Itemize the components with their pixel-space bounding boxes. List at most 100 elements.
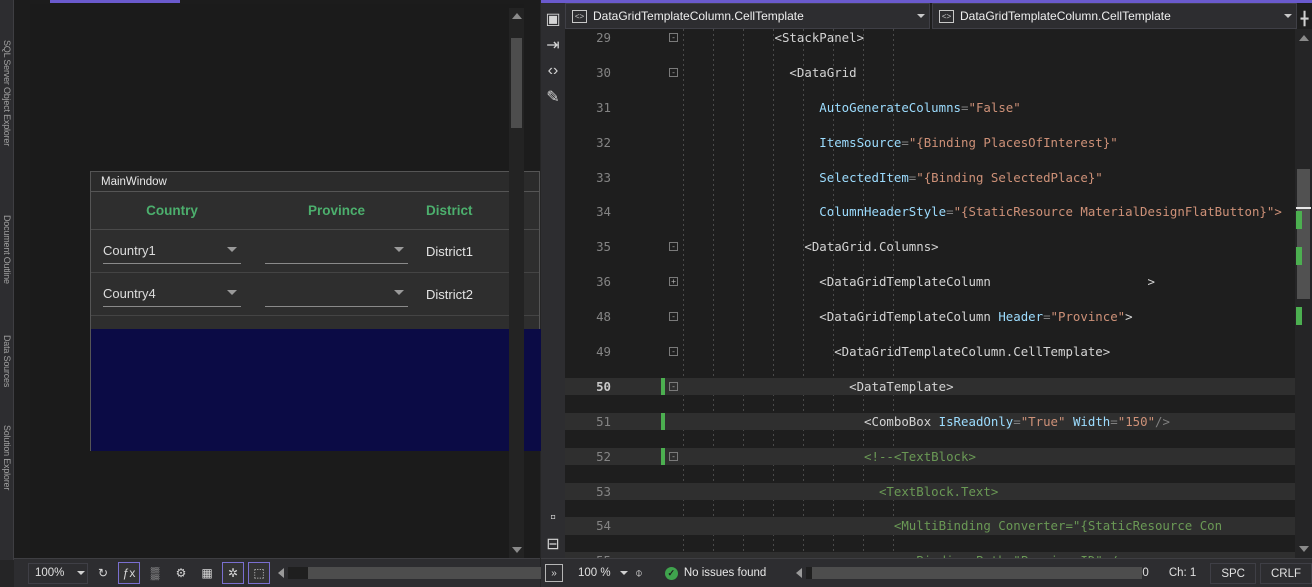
code-line[interactable]: 34 ColumnHeaderStyle="{StaticResource Ma… bbox=[565, 203, 1312, 220]
datagrid-row[interactable]: Country4 District2 bbox=[91, 273, 539, 316]
column-indicator[interactable]: Ch: 1 bbox=[1159, 563, 1207, 584]
chevron-down-icon[interactable] bbox=[917, 14, 925, 18]
scrollbar-thumb[interactable] bbox=[1297, 169, 1310, 299]
scroll-up-icon[interactable] bbox=[1299, 35, 1309, 41]
code-line[interactable]: 49 - <DataGridTemplateColumn.CellTemplate… bbox=[565, 343, 1312, 360]
code-line-text: <DataGrid.Columns> bbox=[685, 239, 939, 255]
column-header-country[interactable]: Country bbox=[91, 203, 253, 218]
line-number: 33 bbox=[596, 169, 611, 185]
collapse-region-icon[interactable]: - bbox=[669, 381, 678, 391]
code-line[interactable]: 48 - <DataGridTemplateColumn Header="Prov… bbox=[565, 308, 1312, 325]
column-header-province[interactable]: Province bbox=[253, 203, 420, 218]
code-line[interactable]: 52 - <!--<TextBlock> bbox=[565, 447, 1312, 466]
collapse-region-icon[interactable]: - bbox=[669, 346, 678, 356]
code-line-text: <DataGridTemplateColumn.CellTemplate> bbox=[685, 343, 1111, 359]
line-number: 48 bbox=[596, 309, 611, 325]
datagrid-row[interactable]: Country1 District1 bbox=[91, 230, 539, 273]
artboard-icon[interactable]: ✲ bbox=[222, 562, 244, 584]
scroll-down-icon[interactable] bbox=[1299, 546, 1309, 552]
country-combobox[interactable]: Country1 bbox=[103, 238, 241, 264]
scrollbar-thumb[interactable] bbox=[511, 38, 522, 128]
chevron-down-icon[interactable] bbox=[620, 571, 628, 575]
scroll-up-icon[interactable] bbox=[512, 13, 522, 19]
visual-studio-window: SQL Server Object Explorer Document Outl… bbox=[0, 0, 1312, 587]
editor-horizontal-scrollbar[interactable] bbox=[796, 567, 1143, 579]
scroll-left-icon[interactable] bbox=[278, 568, 284, 578]
xaml-code-editor-pane: ▣ ⇥ ‹› ✎ ▫ ⊟ <> DataGridTemplateColumn.C… bbox=[541, 0, 1312, 558]
change-bar bbox=[661, 412, 665, 431]
code-line[interactable]: 54 <MultiBinding Converter="{StaticResou… bbox=[565, 517, 1312, 535]
code-line-text: <StackPanel> bbox=[685, 30, 865, 45]
vertical-tab[interactable]: Document Outline bbox=[0, 215, 14, 284]
designer-canvas[interactable]: MainWindow Country Province District Cou… bbox=[30, 4, 541, 558]
designer-view-icon[interactable]: ✎ bbox=[543, 87, 563, 107]
xaml-view-icon[interactable]: ‹› bbox=[543, 61, 563, 81]
chevron-down-icon bbox=[227, 247, 237, 252]
vertical-tab[interactable]: Data Sources bbox=[0, 335, 14, 387]
datagrid-preview: Country Province District Country1 Distr… bbox=[91, 192, 541, 451]
issues-indicator[interactable]: ✓ No issues found bbox=[664, 566, 767, 580]
chevron-down-icon[interactable] bbox=[1284, 14, 1292, 18]
properties-icon[interactable]: ⇥ bbox=[543, 35, 563, 55]
code-element-icon: <> bbox=[572, 9, 587, 23]
scrollbar-track[interactable] bbox=[806, 567, 1143, 579]
code-line[interactable]: 32 ItemsSource="{Binding PlacesOfInteres… bbox=[565, 134, 1312, 151]
toolbox-icon[interactable]: ▣ bbox=[543, 9, 563, 29]
vertical-tab[interactable]: SQL Server Object Explorer bbox=[0, 40, 14, 146]
effects-icon[interactable]: ƒx bbox=[118, 562, 140, 584]
designer-zoom-selector[interactable]: 100% bbox=[28, 562, 88, 584]
designer-vertical-scrollbar[interactable] bbox=[509, 8, 524, 558]
collapse-region-icon[interactable]: - bbox=[669, 67, 678, 77]
province-combobox[interactable] bbox=[265, 238, 408, 264]
collapse-region-icon[interactable]: - bbox=[669, 242, 678, 252]
code-line[interactable]: 35 - <DataGrid.Columns> bbox=[565, 238, 1312, 255]
line-number: 29 bbox=[596, 30, 611, 45]
line-number: 34 bbox=[596, 204, 611, 220]
disable-project-code-icon[interactable]: ⬚ bbox=[248, 562, 270, 584]
code-line[interactable]: 50 - <DataTemplate> bbox=[565, 377, 1312, 396]
code-line[interactable]: 36 + <DataGridTemplateColumn > bbox=[565, 273, 1312, 290]
chevron-down-icon[interactable] bbox=[77, 571, 85, 575]
expand-icon[interactable]: » bbox=[545, 564, 563, 582]
scrollbar-thumb[interactable] bbox=[812, 567, 1143, 579]
line-number: 36 bbox=[596, 274, 611, 290]
scrollbar-thumb[interactable] bbox=[308, 567, 558, 579]
code-line[interactable]: 33 SelectedItem="{Binding SelectedPlace}… bbox=[565, 169, 1312, 186]
code-line[interactable]: 51 <ComboBox IsReadOnly="True" Width="15… bbox=[565, 412, 1312, 431]
code-line[interactable]: 30 - <DataGrid bbox=[565, 64, 1312, 81]
scrollbar-track[interactable] bbox=[288, 567, 558, 579]
code-text-area[interactable]: 29 - <StackPanel> 30 - <DataGrid 31 AutoGene… bbox=[565, 29, 1312, 558]
vertical-tab[interactable]: Solution Explorer bbox=[0, 425, 14, 490]
collapse-region-icon[interactable]: - bbox=[669, 312, 678, 322]
editor-zoom-selector[interactable]: 100 % bbox=[571, 563, 631, 584]
code-line[interactable]: 29 - <StackPanel> bbox=[565, 29, 1312, 46]
designer-horizontal-scrollbar[interactable] bbox=[278, 565, 558, 581]
mainwindow-preview[interactable]: MainWindow Country Province District Cou… bbox=[90, 171, 541, 451]
country-combobox[interactable]: Country4 bbox=[103, 281, 241, 307]
grid-icon[interactable]: ▒ bbox=[144, 562, 166, 584]
spaces-indicator[interactable]: SPC bbox=[1210, 562, 1256, 584]
navigation-dropdown-left[interactable]: <> DataGridTemplateColumn.CellTemplate bbox=[565, 3, 930, 29]
line-ending-indicator[interactable]: CRLF bbox=[1259, 562, 1312, 584]
country-value: Country4 bbox=[103, 286, 156, 301]
code-line-text: <ComboBox IsReadOnly="True" Width="150"/… bbox=[685, 413, 1170, 429]
code-line-text: <!--<TextBlock> bbox=[685, 448, 976, 464]
snap-icon[interactable]: ⚙ bbox=[170, 562, 192, 584]
horizontal-split-icon[interactable]: ⊟ bbox=[543, 534, 563, 554]
province-combobox[interactable] bbox=[265, 281, 408, 307]
scroll-down-icon[interactable] bbox=[512, 547, 522, 553]
code-line[interactable]: 31 AutoGenerateColumns="False" bbox=[565, 99, 1312, 116]
editor-vertical-scrollbar[interactable] bbox=[1295, 29, 1312, 558]
navigation-dropdown-right[interactable]: <> DataGridTemplateColumn.CellTemplate bbox=[932, 3, 1297, 29]
collapse-region-icon[interactable]: - bbox=[669, 451, 678, 461]
code-lines-container: 29 - <StackPanel> 30 - <DataGrid 31 AutoGene… bbox=[565, 29, 1312, 558]
scroll-left-icon[interactable] bbox=[796, 568, 803, 578]
collapse-region-icon[interactable]: - bbox=[669, 33, 678, 42]
refresh-icon[interactable]: ↻ bbox=[92, 562, 114, 584]
code-line[interactable]: 53 <TextBlock.Text> bbox=[565, 482, 1312, 500]
expand-region-icon[interactable]: + bbox=[669, 277, 678, 287]
issues-label: No issues found bbox=[683, 567, 767, 579]
no-selection-icon[interactable]: ⌽ bbox=[635, 565, 643, 581]
vertical-split-icon[interactable]: ▫ bbox=[543, 508, 563, 528]
transparency-icon[interactable]: ▦ bbox=[196, 562, 218, 584]
